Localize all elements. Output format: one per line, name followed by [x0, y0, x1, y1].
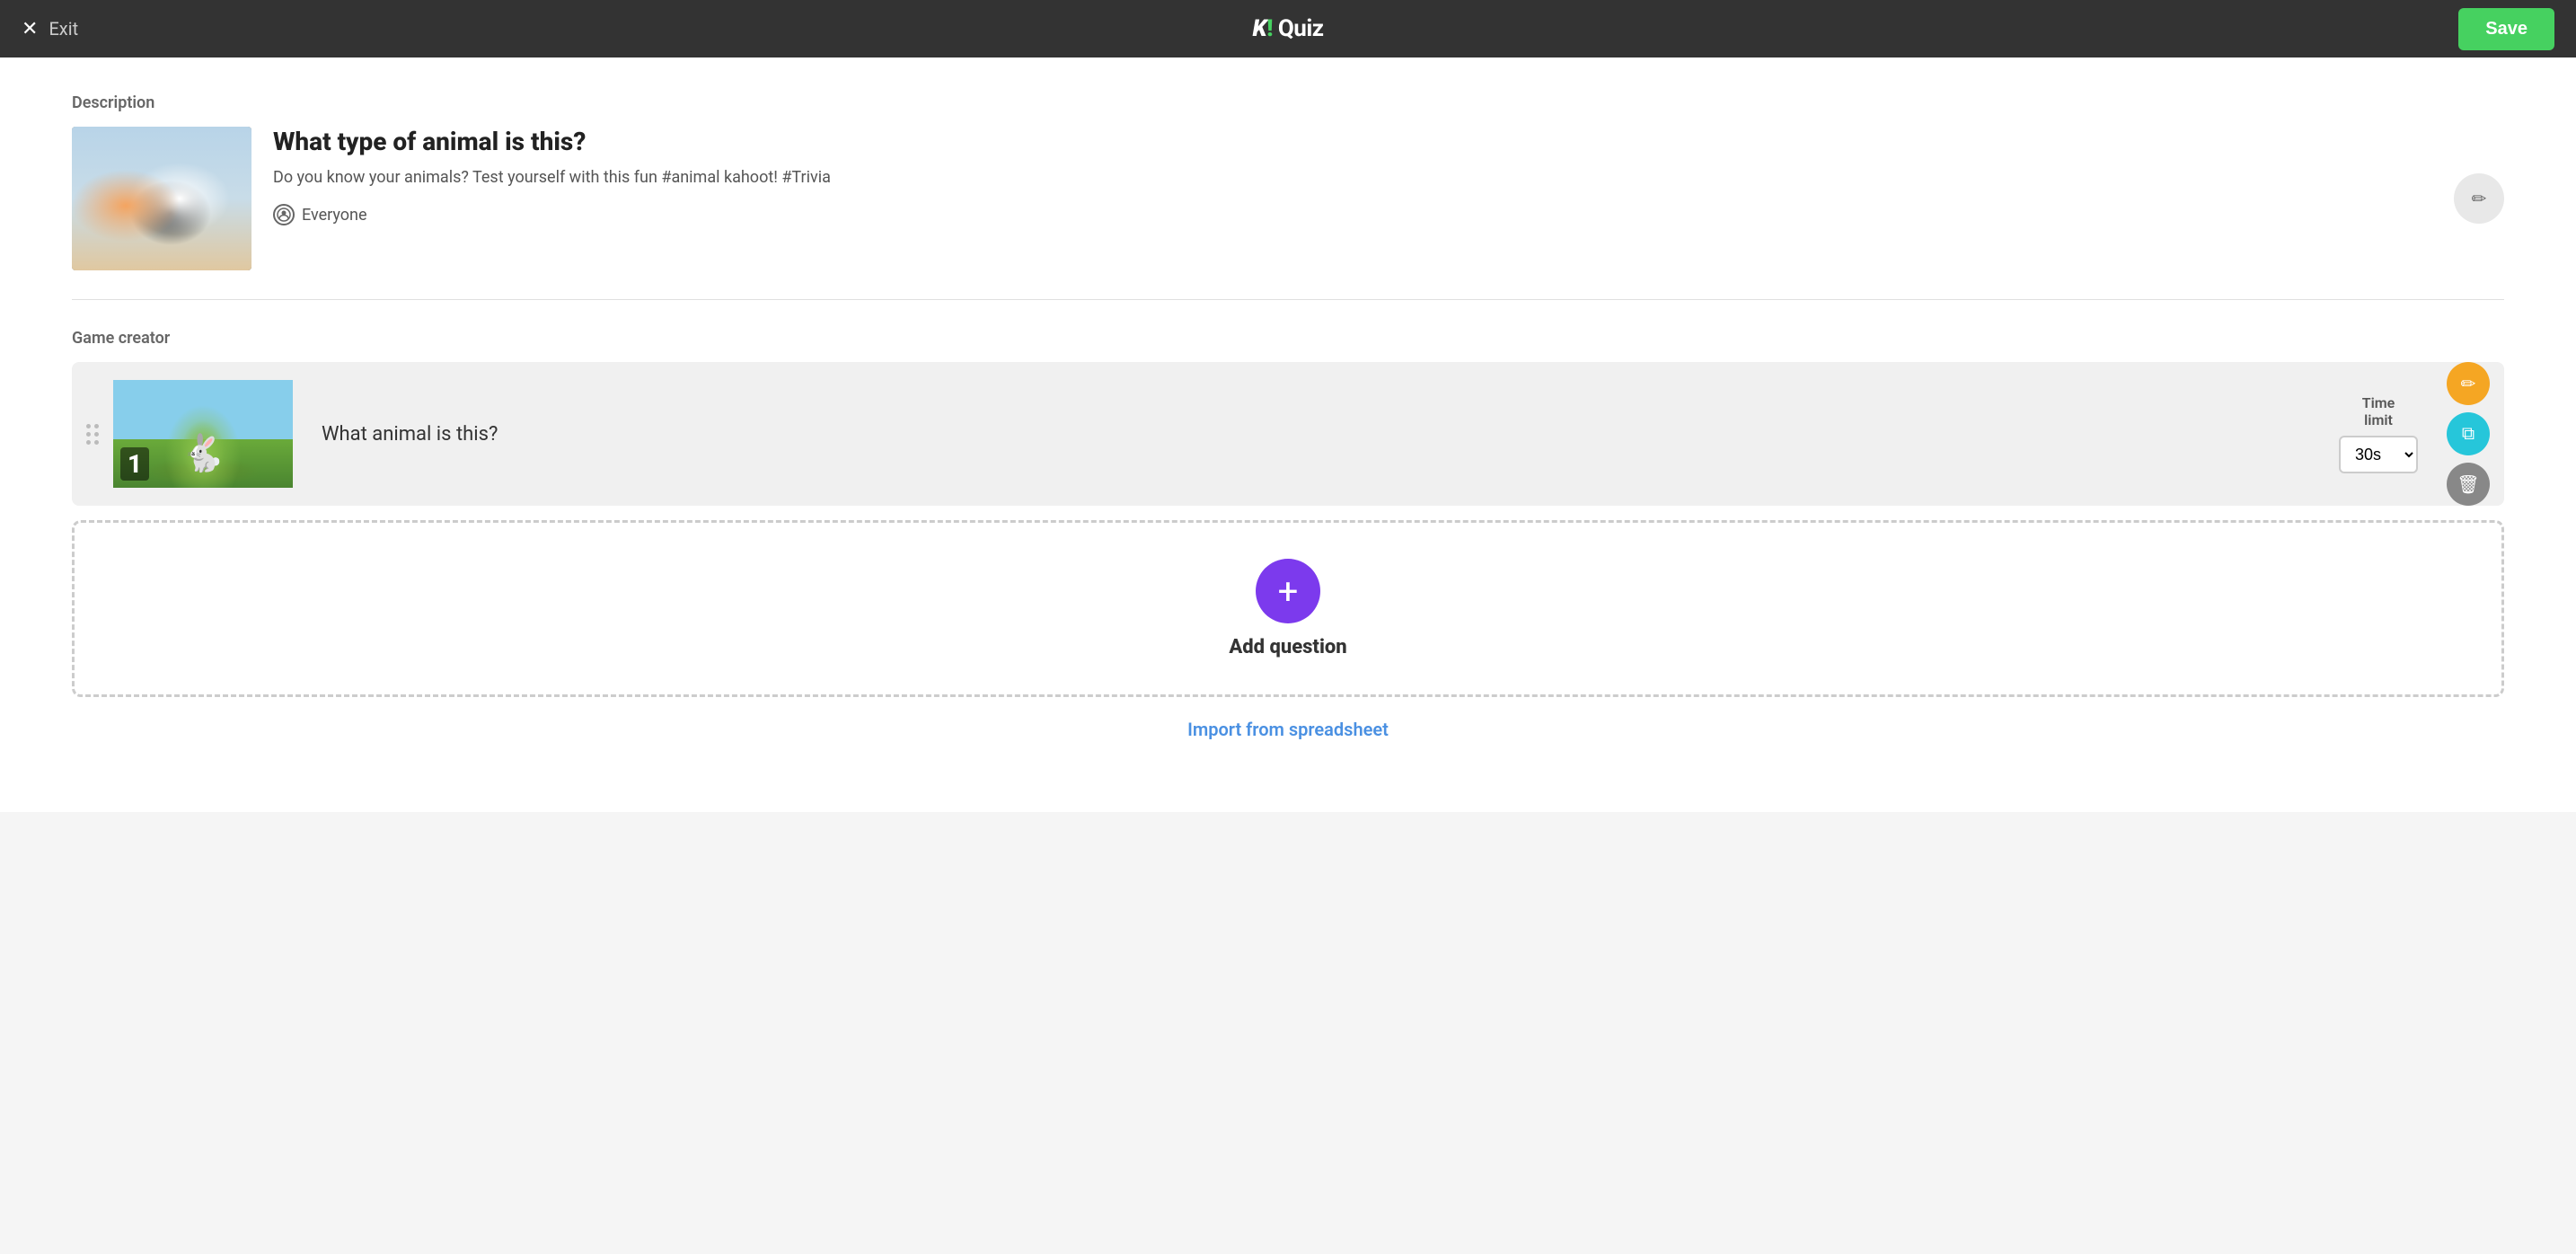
drag-dot — [86, 432, 91, 437]
header-center: K! Quiz — [1253, 15, 1324, 42]
app-title: K! Quiz — [1253, 15, 1324, 42]
plus-icon: + — [1278, 570, 1299, 613]
drag-dot — [86, 440, 91, 445]
main-content: Description What type of animal is this?… — [0, 57, 2576, 812]
audience-label: Everyone — [302, 206, 367, 225]
section-divider — [72, 299, 2504, 300]
exit-label: Exit — [49, 18, 78, 40]
pencil-icon: ✏ — [2472, 188, 2487, 210]
trash-icon: 🗑 — [2457, 473, 2479, 496]
time-limit-label: Timelimit — [2362, 394, 2395, 428]
game-creator-section: Game creator 1 What animal is this? Time… — [72, 329, 2504, 740]
close-icon: ✕ — [22, 18, 38, 40]
logo-quiz: Quiz — [1273, 15, 1324, 42]
quiz-description: Do you know your animals? Test yourself … — [273, 165, 2432, 190]
question-actions: ✏ ⧉ 🗑 — [2432, 362, 2504, 506]
description-card: What type of animal is this? Do you know… — [72, 127, 2504, 270]
drag-dot — [94, 432, 99, 437]
time-limit-select[interactable]: 5s 10s 20s 30s 60s 90s 120s 180s 240s — [2339, 436, 2418, 473]
edit-question-button[interactable]: ✏ — [2447, 362, 2490, 405]
save-button[interactable]: Save — [2458, 8, 2554, 50]
import-spreadsheet-link[interactable]: Import from spreadsheet — [1187, 719, 1389, 740]
description-label: Description — [72, 93, 2504, 112]
question-thumbnail-wrap: 1 — [113, 380, 293, 488]
edit-description-button[interactable]: ✏ — [2454, 173, 2504, 224]
import-link-area: Import from spreadsheet — [72, 719, 2504, 740]
drag-dot — [94, 440, 99, 445]
copy-question-button[interactable]: ⧉ — [2447, 412, 2490, 455]
audience-icon — [273, 204, 295, 225]
description-section: Description What type of animal is this?… — [72, 93, 2504, 270]
drag-dot — [94, 424, 99, 428]
cat-image — [72, 127, 251, 270]
app-header: ✕ Exit K! Quiz Save — [0, 0, 2576, 57]
add-question-button[interactable]: + — [1256, 559, 1320, 623]
time-limit-area: Timelimit 5s 10s 20s 30s 60s 90s 120s 18… — [2325, 394, 2432, 473]
exit-button[interactable]: ✕ Exit — [22, 18, 78, 40]
question-number: 1 — [120, 447, 149, 481]
drag-handle[interactable] — [72, 424, 113, 445]
delete-question-button[interactable]: 🗑 — [2447, 463, 2490, 506]
question-row: 1 What animal is this? Timelimit 5s 10s … — [72, 362, 2504, 506]
copy-icon: ⧉ — [2462, 424, 2475, 445]
drag-dot — [86, 424, 91, 428]
logo-k: K — [1253, 15, 1267, 42]
audience-badge: Everyone — [273, 204, 2432, 225]
quiz-title: What type of animal is this? — [273, 127, 2432, 156]
quiz-thumbnail — [72, 127, 251, 270]
description-info: What type of animal is this? Do you know… — [273, 127, 2432, 225]
add-question-label: Add question — [1229, 636, 1346, 658]
pencil-icon: ✏ — [2461, 373, 2476, 395]
game-creator-label: Game creator — [72, 329, 2504, 348]
add-question-area[interactable]: + Add question — [72, 520, 2504, 697]
question-text: What animal is this? — [293, 423, 2325, 446]
